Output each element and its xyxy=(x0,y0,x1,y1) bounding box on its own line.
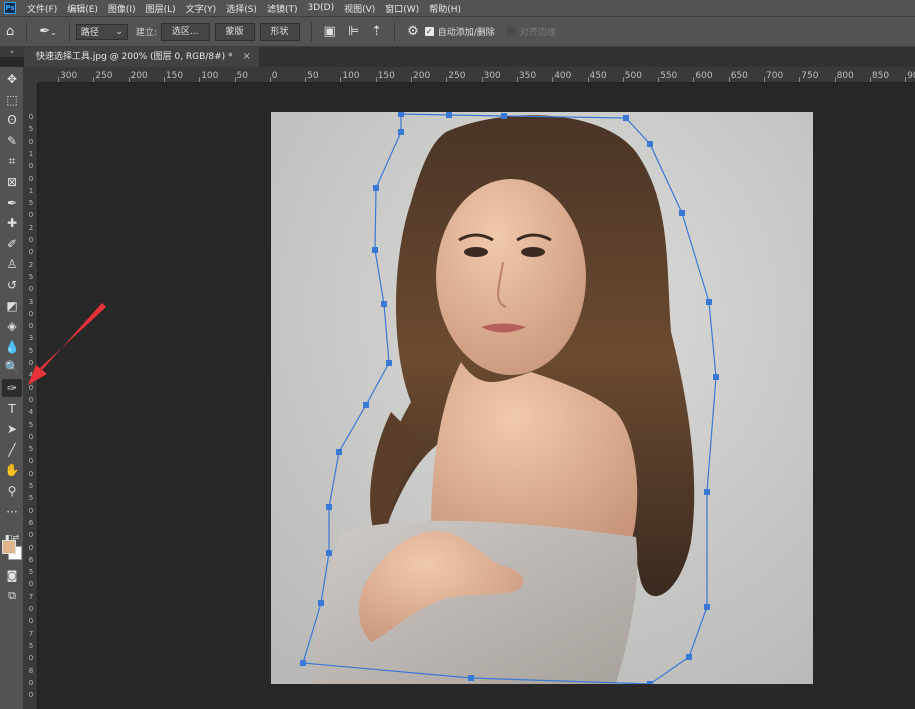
annotation-arrow xyxy=(28,303,106,385)
